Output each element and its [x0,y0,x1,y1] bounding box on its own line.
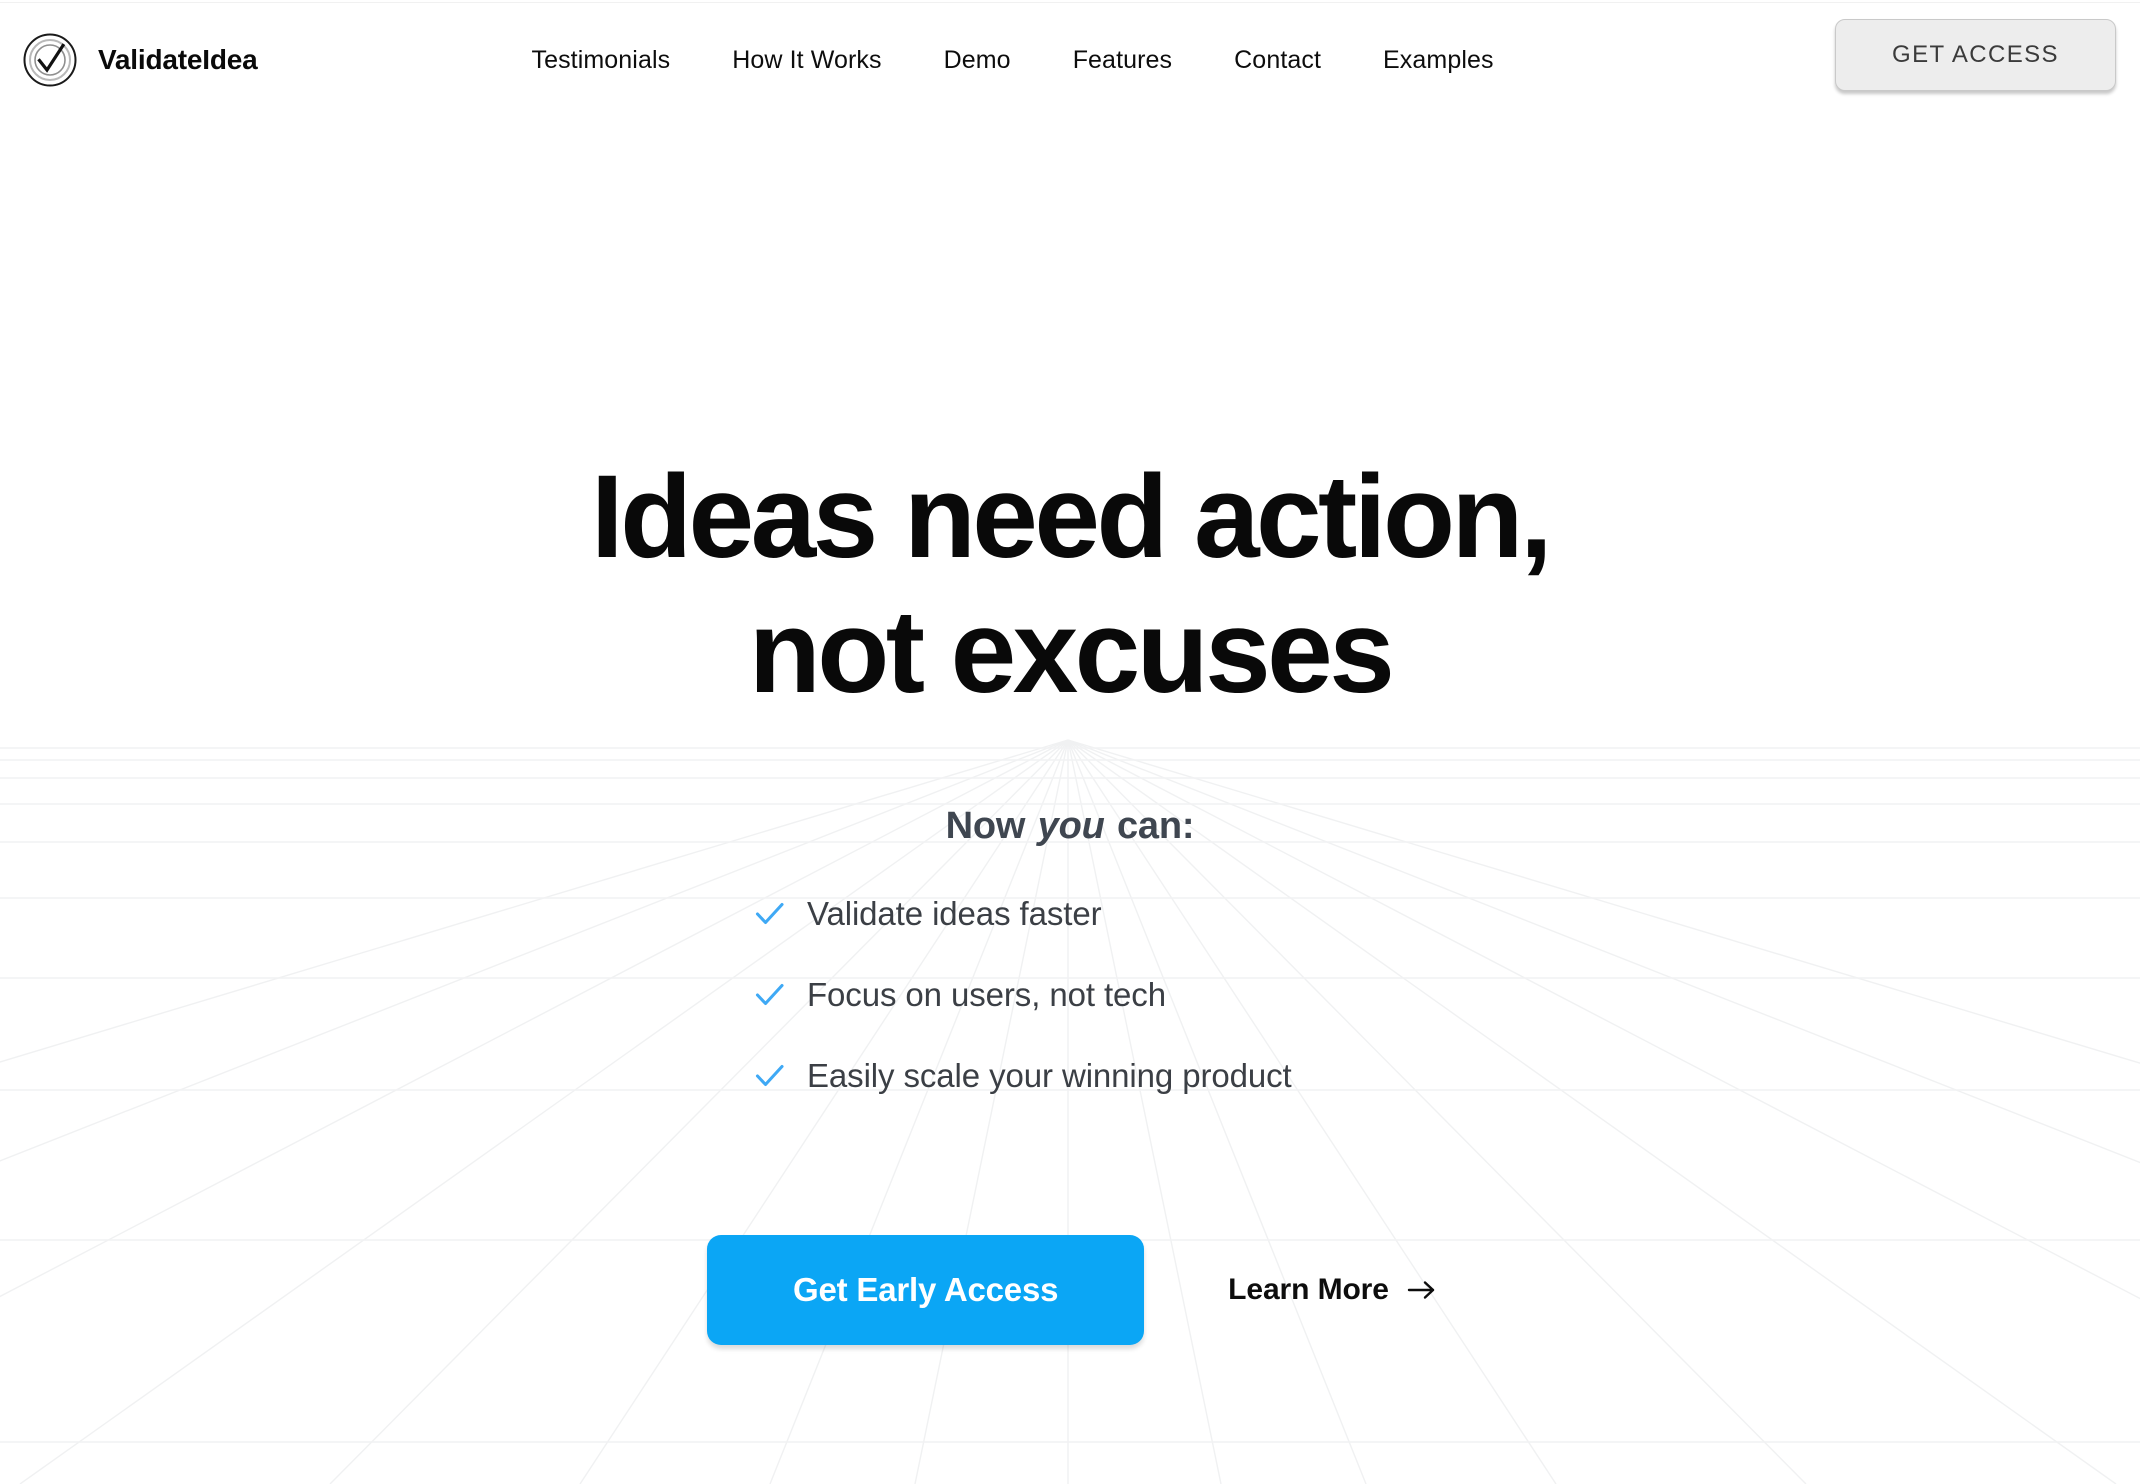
check-icon [755,980,785,1010]
nav-item-contact[interactable]: Contact [1203,46,1352,75]
list-item-label: Validate ideas faster [807,895,1102,932]
nav-item-demo[interactable]: Demo [913,46,1042,75]
get-access-button[interactable]: GET ACCESS [1835,19,2116,91]
hero-section: Ideas need action, not excuses Now you c… [0,0,2140,1484]
nav-item-examples[interactable]: Examples [1352,46,1525,75]
get-early-access-button[interactable]: Get Early Access [707,1235,1145,1345]
subheadline: Now you can: [0,805,2140,848]
wavy-underline-icon [1038,849,1109,861]
subheadline-emphasis: you [1036,805,1107,848]
headline-line-2: not excuses [748,585,1395,718]
subheadline-suffix: can: [1106,805,1195,847]
landing-page: ValidateIdea Testimonials How It Works D… [0,0,2140,1484]
list-item: Easily scale your winning product [750,1057,1390,1095]
brand-logo[interactable]: ValidateIdea [22,32,258,88]
nav-item-how-it-works[interactable]: How It Works [701,46,912,75]
learn-more-link[interactable]: Learn More [1228,1273,1437,1307]
brand-name: ValidateIdea [98,44,258,75]
benefits-checklist: Validate ideas faster Focus on users, no… [0,895,2140,1095]
check-circle-icon [22,32,78,88]
site-header: ValidateIdea Testimonials How It Works D… [0,0,2140,120]
list-item: Validate ideas faster [750,895,1390,933]
check-icon [755,1061,785,1091]
arrow-right-icon [1407,1279,1437,1301]
list-item-label: Easily scale your winning product [807,1057,1292,1094]
main-nav: Testimonials How It Works Demo Features … [500,46,1524,75]
nav-item-testimonials[interactable]: Testimonials [500,46,701,75]
check-icon [755,899,785,929]
nav-item-features[interactable]: Features [1042,46,1203,75]
subheadline-prefix: Now [945,805,1036,847]
subheadline-emphasis-text: you [1037,805,1105,847]
headline-line-1: Ideas need action, [590,451,1553,583]
list-item-label: Focus on users, not tech [807,976,1166,1013]
list-item: Focus on users, not tech [750,976,1390,1014]
page-title: Ideas need action, not excuses [0,450,2140,719]
learn-more-label: Learn More [1228,1273,1389,1306]
cta-row: Get Early Access Learn More [0,1235,2140,1345]
